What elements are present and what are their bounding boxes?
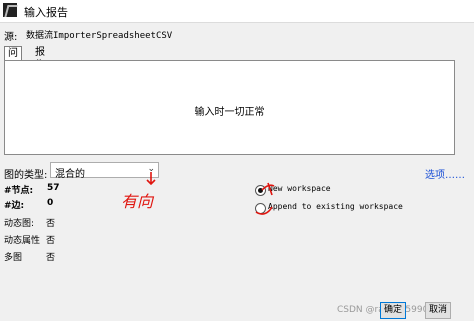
graph-type-label: 图的类型:	[4, 170, 48, 181]
radio-button[interactable]	[255, 203, 266, 214]
edge-count-label: #边:	[4, 201, 25, 211]
source-value: 数据流ImporterSpreadsheetCSV	[26, 31, 173, 41]
tab-report[interactable]: 报告	[32, 46, 48, 71]
status-message: 输入时一切正常	[194, 107, 265, 118]
radio-new-workspace-label: New workspace	[268, 184, 331, 193]
graph-type-select[interactable]: 混合的 ⌄	[50, 162, 159, 180]
multigraph-value: 否	[46, 253, 56, 263]
source-label: 源:	[4, 32, 18, 43]
dynamic-attributes-label: 动态属性	[4, 236, 41, 246]
node-count-value: 57	[47, 183, 60, 193]
annotation-text: 有向	[121, 192, 154, 211]
cancel-button[interactable]: 取消	[425, 302, 451, 319]
graph-type-value: 混合的	[55, 169, 85, 180]
import-report-dialog: 输入报告 源: 数据流ImporterSpreadsheetCSV 问题 报告 …	[0, 0, 474, 321]
tab-issues[interactable]: 问题	[4, 46, 22, 72]
multigraph-label: 多图	[4, 253, 23, 263]
node-count-label: #节点:	[4, 186, 34, 196]
dynamic-graph-value: 否	[46, 219, 56, 229]
title-bar: 输入报告	[0, 0, 474, 23]
window-title: 输入报告	[24, 6, 68, 19]
red-pen-annotation	[146, 172, 275, 215]
radio-append-workspace-label: Append to existing workspace	[268, 202, 403, 211]
app-icon	[3, 3, 17, 17]
radio-button[interactable]	[255, 185, 266, 196]
ok-button[interactable]: 确定	[380, 302, 406, 319]
chevron-down-icon[interactable]: ⌄	[147, 164, 155, 174]
dynamic-attributes-value: 否	[46, 236, 56, 246]
dynamic-graph-label: 动态图:	[4, 219, 35, 229]
options-link[interactable]: 选项……	[425, 166, 465, 181]
edge-count-value: 0	[47, 198, 54, 208]
issues-panel: 输入时一切正常	[4, 60, 455, 155]
